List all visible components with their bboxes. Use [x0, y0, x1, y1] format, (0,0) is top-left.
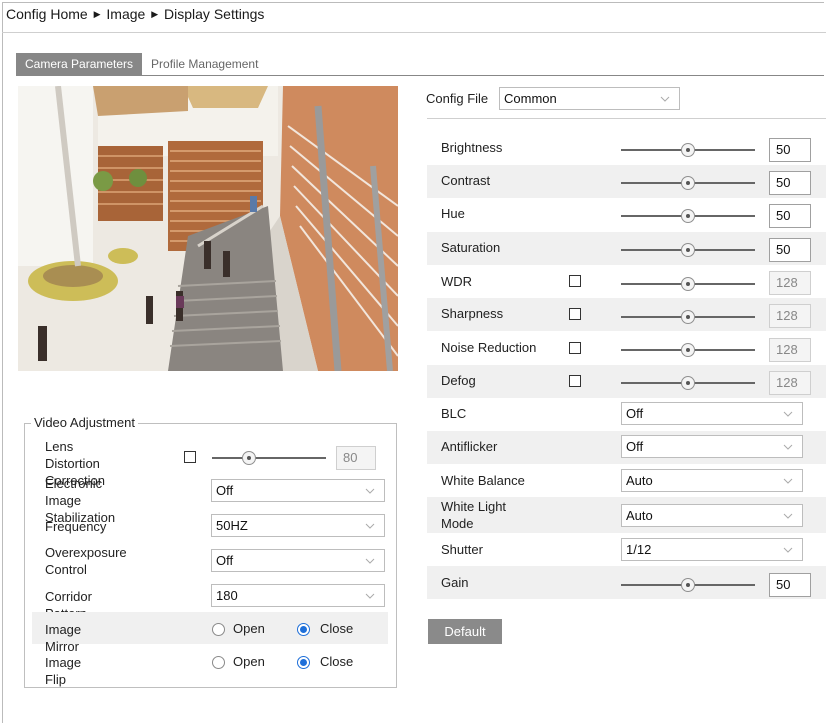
hue-value[interactable]: 50 — [769, 204, 811, 228]
config-file-select[interactable]: Common — [499, 87, 680, 110]
saturation-value[interactable]: 50 — [769, 238, 811, 262]
noise-reduction-value[interactable]: 128 — [769, 338, 811, 362]
sharpness-slider[interactable] — [621, 310, 755, 324]
flip-label: Image Flip — [45, 655, 82, 687]
breadcrumb-config-home[interactable]: Config Home — [6, 6, 88, 22]
wdr-value[interactable]: 128 — [769, 271, 811, 295]
default-button[interactable]: Default — [428, 619, 502, 644]
noise-reduction-checkbox[interactable] — [569, 342, 581, 354]
slider-thumb[interactable] — [681, 209, 695, 223]
brightness-value[interactable]: 50 — [769, 138, 811, 162]
slider-thumb[interactable] — [681, 143, 695, 157]
white-light-mode-label: White Light Mode — [441, 499, 507, 531]
overexposure-select[interactable]: Off — [211, 549, 385, 572]
blc-label: BLC — [441, 406, 467, 421]
slider-thumb[interactable] — [681, 376, 695, 390]
mirror-close-radio[interactable] — [297, 623, 310, 636]
saturation-slider[interactable] — [621, 243, 755, 257]
slider-track — [212, 457, 326, 459]
chevron-down-icon — [783, 478, 793, 484]
chevron-down-icon — [783, 513, 793, 519]
mirror-open-radio[interactable] — [212, 623, 225, 636]
lens-distortion-value[interactable]: 80 — [336, 446, 376, 470]
defog-slider[interactable] — [621, 376, 755, 390]
slider-thumb[interactable] — [681, 277, 695, 291]
video-adjustment-title: Video Adjustment — [31, 415, 138, 430]
tab-camera-parameters[interactable]: Camera Parameters — [16, 53, 143, 75]
contrast-value[interactable]: 50 — [769, 171, 811, 195]
breadcrumb: Config Home ▶ Image ▶ Display Settings — [6, 6, 264, 22]
antiflicker-select[interactable]: Off — [621, 435, 803, 458]
chevron-down-icon — [365, 488, 375, 494]
shutter-label: Shutter — [441, 542, 483, 557]
wdr-checkbox[interactable] — [569, 275, 581, 287]
white-light-mode-select[interactable]: Auto — [621, 504, 803, 527]
mirror-open-label: Open — [233, 621, 265, 636]
chevron-down-icon — [783, 547, 793, 553]
brightness-label: Brightness — [441, 140, 503, 155]
flip-open-radio[interactable] — [212, 656, 225, 669]
slider-thumb[interactable] — [681, 176, 695, 190]
slider-thumb[interactable] — [681, 578, 695, 592]
gain-label: Gain — [441, 575, 469, 590]
sharpness-label: Sharpness — [441, 306, 504, 321]
wdr-label: WDR — [441, 274, 473, 289]
flip-open-label: Open — [233, 654, 265, 669]
shutter-select[interactable]: 1/12 — [621, 538, 803, 561]
defog-value[interactable]: 128 — [769, 371, 811, 395]
breadcrumb-divider — [2, 32, 826, 33]
chevron-down-icon — [365, 558, 375, 564]
saturation-label: Saturation — [441, 240, 501, 255]
chevron-down-icon — [365, 593, 375, 599]
slider-thumb[interactable] — [681, 343, 695, 357]
blc-select[interactable]: Off — [621, 402, 803, 425]
sharpness-value[interactable]: 128 — [769, 304, 811, 328]
mirror-close-label: Close — [320, 621, 354, 636]
flip-close-radio[interactable] — [297, 656, 310, 669]
breadcrumb-display-settings: Display Settings — [164, 6, 265, 22]
overexposure-label: Overexposure Control — [45, 545, 127, 577]
tab-bar: Camera Parameters Profile Management — [16, 53, 267, 75]
lens-distortion-slider[interactable] — [212, 451, 326, 465]
flip-close-label: Close — [320, 654, 354, 669]
white-balance-label: White Balance — [441, 473, 525, 488]
noise-reduction-slider[interactable] — [621, 343, 755, 357]
breadcrumb-separator-icon: ▶ — [93, 9, 101, 19]
gain-slider[interactable] — [621, 578, 755, 592]
tab-profile-management[interactable]: Profile Management — [142, 53, 267, 75]
defog-label: Defog — [441, 373, 476, 388]
wdr-slider[interactable] — [621, 277, 755, 291]
tab-divider — [16, 75, 824, 76]
slider-thumb[interactable] — [681, 243, 695, 257]
lens-distortion-checkbox[interactable] — [184, 451, 196, 463]
slider-thumb[interactable] — [242, 451, 256, 465]
defog-checkbox[interactable] — [569, 375, 581, 387]
config-file-label: Config File — [426, 91, 489, 106]
noise-reduction-label: Noise Reduction — [441, 340, 537, 355]
breadcrumb-separator-icon: ▶ — [151, 9, 159, 19]
config-divider — [427, 118, 826, 119]
chevron-down-icon — [660, 96, 670, 102]
hue-slider[interactable] — [621, 209, 755, 223]
live-preview-image — [18, 86, 398, 371]
sharpness-checkbox[interactable] — [569, 308, 581, 320]
chevron-down-icon — [783, 444, 793, 450]
antiflicker-label: Antiflicker — [441, 439, 498, 454]
breadcrumb-image[interactable]: Image — [106, 6, 145, 22]
contrast-label: Contrast — [441, 173, 491, 188]
frequency-select[interactable]: 50HZ — [211, 514, 385, 537]
white-balance-select[interactable]: Auto — [621, 469, 803, 492]
chevron-down-icon — [783, 411, 793, 417]
corridor-select[interactable]: 180 — [211, 584, 385, 607]
frequency-label: Frequency — [45, 519, 107, 534]
mirror-label: Image Mirror — [45, 622, 82, 654]
gain-value[interactable]: 50 — [769, 573, 811, 597]
hue-label: Hue — [441, 206, 465, 221]
slider-thumb[interactable] — [681, 310, 695, 324]
contrast-slider[interactable] — [621, 176, 755, 190]
eis-select[interactable]: Off — [211, 479, 385, 502]
chevron-down-icon — [365, 523, 375, 529]
brightness-slider[interactable] — [621, 143, 755, 157]
